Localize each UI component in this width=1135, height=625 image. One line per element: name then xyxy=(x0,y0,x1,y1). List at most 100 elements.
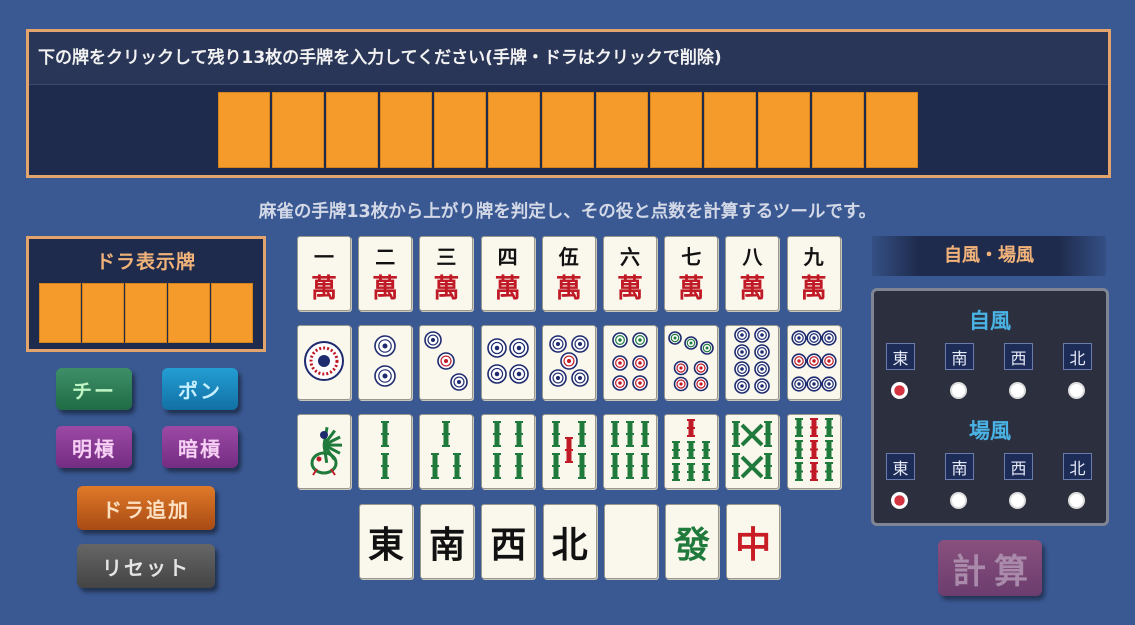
2-pin-icon xyxy=(360,326,410,400)
dora-slot[interactable] xyxy=(39,283,81,343)
honor-tile[interactable]: 北 xyxy=(542,504,597,579)
hand-slot[interactable] xyxy=(596,92,648,168)
page-description: 麻雀の手牌13枚から上がり牌を判定し、その役と点数を計算するツールです。 xyxy=(258,202,877,222)
man-tile[interactable]: 九萬 xyxy=(786,236,841,311)
round-wind-radio[interactable] xyxy=(950,492,967,509)
hand-slot[interactable] xyxy=(542,92,594,168)
sou-tile[interactable] xyxy=(419,414,474,489)
honor-tile[interactable]: 中 xyxy=(726,504,781,579)
hand-slot[interactable] xyxy=(758,92,810,168)
man-character: 萬 xyxy=(800,274,827,304)
man-number: 三 xyxy=(436,245,457,269)
man-number: 六 xyxy=(620,245,640,269)
man-number: 四 xyxy=(497,245,518,269)
round-wind-radio[interactable] xyxy=(1009,492,1026,509)
man-number: 伍 xyxy=(558,245,579,269)
seat-wind-options: 東南西北 xyxy=(886,343,1092,370)
seat-wind-radio[interactable] xyxy=(1068,382,1085,399)
seat-wind-label: 自風 xyxy=(969,309,1011,333)
sou-tile[interactable] xyxy=(664,414,719,489)
man-character: 萬 xyxy=(739,274,766,304)
honor-tile[interactable]: 西 xyxy=(481,504,536,579)
pin-tile[interactable] xyxy=(480,325,535,400)
wind-banner: 自風・場風 xyxy=(872,236,1106,276)
hand-slot[interactable] xyxy=(488,92,540,168)
sou-tile[interactable] xyxy=(786,414,841,489)
pon-button[interactable]: ポン xyxy=(162,368,238,410)
man-number: 二 xyxy=(375,245,396,269)
sou-tile[interactable] xyxy=(297,414,351,489)
man-tile[interactable]: 二萬 xyxy=(358,236,413,311)
seat-wind-option: 東 xyxy=(886,343,915,370)
dora-slot[interactable] xyxy=(211,283,253,343)
calculate-button[interactable]: 計算 xyxy=(938,540,1042,596)
ankan-button[interactable]: 暗槓 xyxy=(162,426,238,468)
pin-tile[interactable] xyxy=(419,325,474,400)
seat-wind-radio[interactable] xyxy=(950,382,967,399)
pin-tile[interactable] xyxy=(603,325,657,400)
add-dora-button[interactable]: ドラ追加 xyxy=(77,486,215,530)
round-wind-options: 東南西北 xyxy=(886,453,1092,480)
round-wind-radio[interactable] xyxy=(891,492,908,509)
pin-tile[interactable] xyxy=(358,325,413,400)
honor-tile[interactable]: 東 xyxy=(359,504,413,579)
man-tile[interactable]: 六萬 xyxy=(603,236,657,311)
dora-slot[interactable] xyxy=(82,283,124,343)
round-wind-option: 北 xyxy=(1063,453,1092,480)
sou-tile[interactable] xyxy=(725,414,780,489)
man-tile[interactable]: 八萬 xyxy=(725,236,780,311)
round-wind-radios xyxy=(891,492,1085,509)
hand-slot[interactable] xyxy=(434,92,486,168)
pin-tile[interactable] xyxy=(725,325,780,400)
sou-tile[interactable] xyxy=(603,414,657,489)
round-wind-radio[interactable] xyxy=(1068,492,1085,509)
man-character: 萬 xyxy=(616,274,643,304)
hand-instruction: 下の牌をクリックして残り13枚の手牌を入力してください(手牌・ドラはクリックで削… xyxy=(29,32,1108,85)
hand-slot[interactable] xyxy=(326,92,378,168)
sou-tile[interactable] xyxy=(541,414,596,489)
9-sou-icon xyxy=(789,415,839,489)
hand-slot[interactable] xyxy=(218,92,270,168)
pin-tile[interactable] xyxy=(541,325,596,400)
pin-tile[interactable] xyxy=(297,325,351,400)
hand-slot[interactable] xyxy=(380,92,432,168)
seat-wind-radio[interactable] xyxy=(891,382,908,399)
8-pin-icon xyxy=(727,326,777,400)
honor-character: 發 xyxy=(673,523,710,566)
pin-tile[interactable] xyxy=(786,325,841,400)
honor-tile[interactable]: 南 xyxy=(420,504,475,579)
man-tile[interactable]: 四萬 xyxy=(480,236,535,311)
hand-slot[interactable] xyxy=(272,92,324,168)
honor-character: 東 xyxy=(367,523,404,566)
5-pin-icon xyxy=(544,326,594,400)
reset-button[interactable]: リセット xyxy=(77,544,215,588)
pin-tile[interactable] xyxy=(664,325,719,400)
hand-slot[interactable] xyxy=(704,92,756,168)
man-tile[interactable]: 三萬 xyxy=(419,236,474,311)
man-tile[interactable]: 伍萬 xyxy=(541,236,596,311)
minkan-button[interactable]: 明槓 xyxy=(56,426,132,468)
9-pin-icon xyxy=(789,326,839,400)
sou-tile[interactable] xyxy=(358,414,413,489)
man-tile[interactable]: 一萬 xyxy=(297,236,351,311)
hand-slot[interactable] xyxy=(812,92,864,168)
man-character: 萬 xyxy=(494,274,521,304)
hand-panel: 下の牌をクリックして残り13枚の手牌を入力してください(手牌・ドラはクリックで削… xyxy=(26,29,1111,178)
hand-slot[interactable] xyxy=(650,92,702,168)
dora-slot[interactable] xyxy=(168,283,210,343)
4-pin-icon xyxy=(483,326,533,400)
4-sou-icon xyxy=(483,415,533,489)
man-character: 萬 xyxy=(433,274,460,304)
man-tile[interactable]: 七萬 xyxy=(664,236,719,311)
man-character: 萬 xyxy=(310,274,337,304)
honor-character: 北 xyxy=(551,523,588,566)
chi-button[interactable]: チー xyxy=(56,368,132,410)
hand-slot[interactable] xyxy=(866,92,918,168)
sou-tile[interactable] xyxy=(480,414,535,489)
man-number: 八 xyxy=(742,245,763,269)
honor-tile[interactable]: 發 xyxy=(665,504,719,579)
honor-tile[interactable] xyxy=(603,504,658,579)
seat-wind-radios xyxy=(891,382,1085,399)
seat-wind-radio[interactable] xyxy=(1009,382,1026,399)
dora-slot[interactable] xyxy=(125,283,167,343)
